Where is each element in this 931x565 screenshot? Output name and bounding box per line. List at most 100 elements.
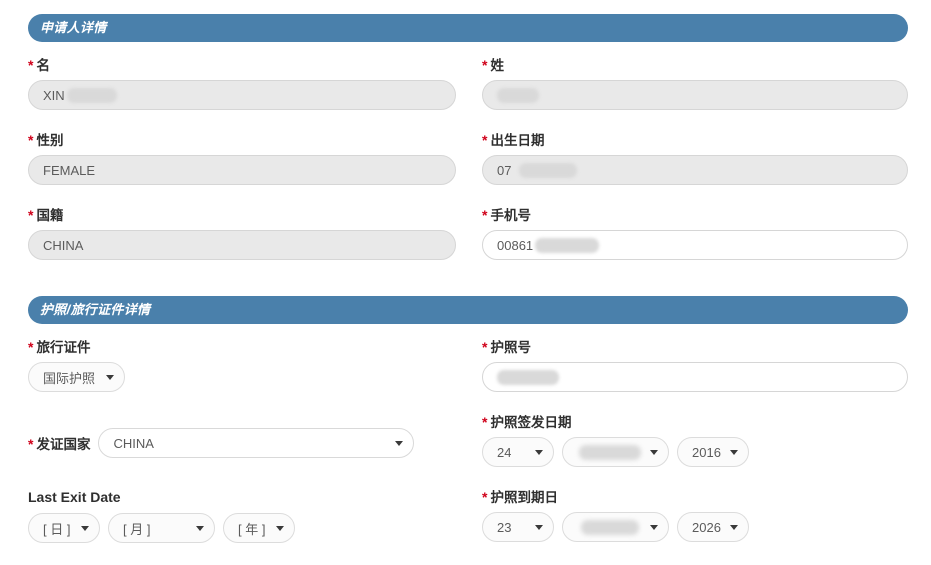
date-of-birth-input[interactable]: 07: [482, 155, 908, 185]
last-exit-month-select[interactable]: [ 月 ]: [108, 513, 215, 543]
field-surname: * 姓: [482, 57, 908, 110]
issuing-country-row: * 发证国家 CHINA: [28, 428, 456, 458]
section-title-passport-details: 护照/旅行证件详情: [40, 302, 151, 317]
nationality-value: CHINA: [43, 237, 84, 253]
last-exit-year-select[interactable]: [ 年 ]: [223, 513, 295, 543]
passport-issue-year-select[interactable]: 2016: [677, 437, 749, 467]
field-gender: * 性别 FEMALE: [28, 132, 456, 185]
visa-application-form: 申请人详情 *名 XIN *姓 *性别 FEMALE *出生日期 07: [0, 0, 931, 565]
last-exit-date-group: [ 日 ] [ 月 ] [ 年 ]: [28, 513, 456, 543]
passport-issue-year-value: 2016: [692, 444, 721, 460]
gender-value: FEMALE: [43, 162, 96, 178]
field-passport-number: * 护照号: [482, 339, 908, 392]
passport-issue-day-value: 24: [497, 444, 512, 460]
given-name-input[interactable]: XIN: [28, 80, 456, 110]
last-exit-day-select[interactable]: [ 日 ]: [28, 513, 100, 543]
label-text-passport-number: 护照号: [490, 340, 531, 355]
required-asterisk: *: [482, 489, 488, 505]
chevron-down-icon: [730, 524, 738, 530]
field-mobile-number: * 手机号 00861: [482, 207, 908, 260]
chevron-down-icon: [535, 524, 543, 530]
label-text-nationality: 国籍: [36, 208, 64, 223]
field-last-exit-date: Last Exit Date [ 日 ] [ 月 ] [ 年 ]: [28, 489, 456, 543]
mobile-number-value: 00861: [497, 237, 534, 253]
label-passport-number: * 护照号: [482, 339, 908, 356]
passport-expiry-day-value: 23: [497, 519, 512, 535]
field-passport-issue-date: * 护照签发日期 24 2016: [482, 414, 908, 467]
passport-expiry-year-value: 2026: [692, 519, 721, 535]
passport-expiry-date-group: 23 2026: [482, 512, 908, 542]
travel-document-select[interactable]: 国际护照: [28, 362, 125, 392]
chevron-down-icon: [196, 525, 204, 531]
redacted-passport-issue-month: [578, 444, 641, 460]
label-text-date-of-birth: 出生日期: [490, 133, 545, 148]
passport-expiry-year-select[interactable]: 2026: [677, 512, 749, 542]
label-gender: * 性别: [28, 132, 456, 149]
chevron-down-icon: [535, 449, 543, 455]
label-travel-document: * 旅行证件: [28, 339, 456, 356]
passport-issue-month-select[interactable]: [562, 437, 669, 467]
label-text-passport-expiry-date: 护照到期日: [490, 490, 558, 505]
redacted-given-name: [66, 87, 117, 103]
section-title-applicant-details: 申请人详情: [40, 20, 107, 35]
field-issuing-country: * 发证国家 CHINA: [28, 414, 456, 458]
label-issuing-country: * 发证国家: [28, 433, 90, 453]
required-asterisk: *: [28, 57, 34, 73]
section-header-applicant-details: 申请人详情: [28, 14, 908, 42]
travel-document-value: 国际护照: [43, 370, 96, 386]
section-header-passport-details: 护照/旅行证件详情: [28, 296, 908, 324]
label-given-name: * 名: [28, 57, 456, 74]
passport-expiry-day-select[interactable]: 23: [482, 512, 554, 542]
field-date-of-birth: * 出生日期 07: [482, 132, 908, 185]
redacted-passport-number: [497, 369, 559, 385]
label-text-mobile-number: 手机号: [490, 208, 531, 223]
label-last-exit-date: Last Exit Date: [28, 489, 121, 505]
required-asterisk: *: [482, 339, 488, 355]
label-nationality: * 国籍: [28, 207, 456, 224]
label-text-passport-issue-date: 护照签发日期: [490, 415, 572, 430]
label-mobile-number: * 手机号: [482, 207, 908, 224]
gender-input[interactable]: FEMALE: [28, 155, 456, 185]
chevron-down-icon: [81, 525, 89, 531]
label-text-surname: 姓: [490, 58, 504, 73]
required-asterisk: *: [28, 339, 34, 355]
label-text-gender: 性别: [36, 133, 64, 148]
last-exit-year-value: [ 年 ]: [238, 521, 266, 537]
mobile-number-input[interactable]: 00861: [482, 230, 908, 260]
last-exit-month-value: [ 月 ]: [123, 521, 151, 537]
redacted-mobile-number: [535, 237, 600, 253]
redacted-surname: [497, 87, 539, 103]
nationality-input[interactable]: CHINA: [28, 230, 456, 260]
required-asterisk: *: [482, 132, 488, 148]
passport-issue-day-select[interactable]: 24: [482, 437, 554, 467]
label-surname: * 姓: [482, 57, 908, 74]
label-text-issuing-country: 发证国家: [36, 437, 91, 452]
required-asterisk: *: [28, 132, 34, 148]
chevron-down-icon: [106, 374, 114, 380]
redacted-date-of-birth: [519, 162, 578, 178]
field-passport-expiry-date: * 护照到期日 23 2026: [482, 489, 908, 542]
issuing-country-value: CHINA: [113, 435, 154, 451]
passport-number-input[interactable]: [482, 362, 908, 392]
chevron-down-icon: [730, 449, 738, 455]
label-date-of-birth: * 出生日期: [482, 132, 908, 149]
issuing-country-select[interactable]: CHINA: [98, 428, 415, 458]
label-text-given-name: 名: [36, 58, 50, 73]
chevron-down-icon: [650, 524, 658, 530]
required-asterisk: *: [482, 414, 488, 430]
passport-expiry-month-select[interactable]: [562, 512, 669, 542]
chevron-down-icon: [276, 525, 284, 531]
chevron-down-icon: [650, 449, 658, 455]
redacted-passport-expiry-month: [580, 519, 639, 535]
required-asterisk: *: [28, 436, 34, 452]
label-passport-expiry-date: * 护照到期日: [482, 489, 908, 506]
label-text-travel-document: 旅行证件: [36, 340, 91, 355]
chevron-down-icon: [395, 440, 404, 446]
field-travel-document: * 旅行证件 国际护照: [28, 339, 456, 392]
surname-input[interactable]: [482, 80, 908, 110]
given-name-value: XIN: [43, 87, 65, 103]
field-given-name: * 名 XIN: [28, 57, 456, 110]
last-exit-day-value: [ 日 ]: [43, 521, 71, 537]
required-asterisk: *: [482, 207, 488, 223]
passport-issue-date-group: 24 2016: [482, 437, 908, 467]
